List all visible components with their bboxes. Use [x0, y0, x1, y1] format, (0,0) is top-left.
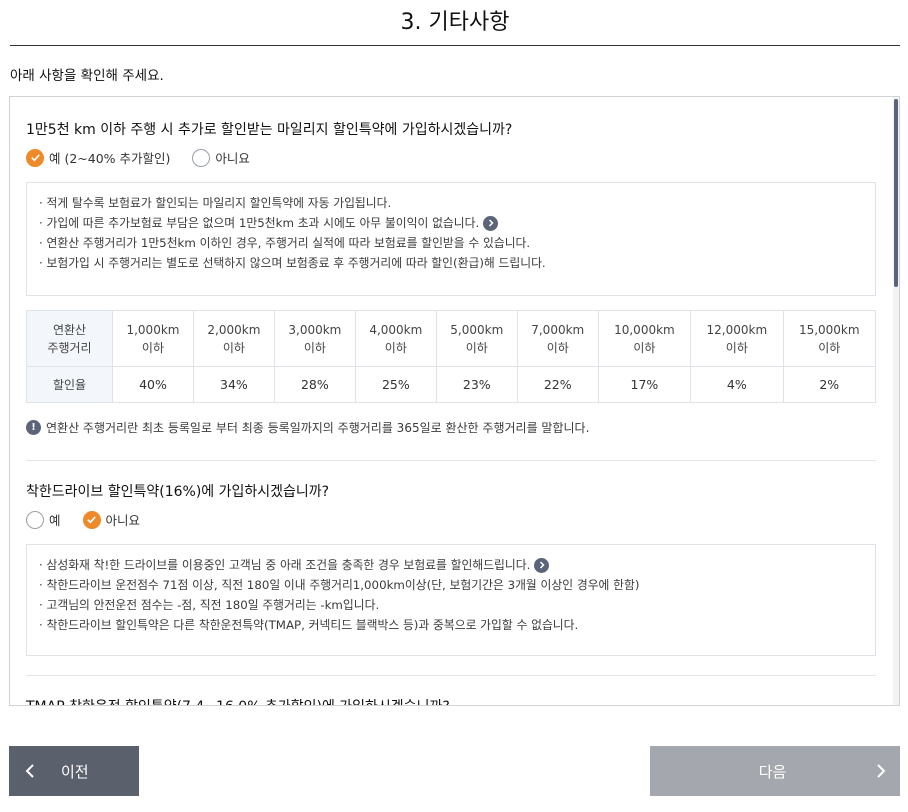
good-drive-radio-group: 예 아니요 — [26, 510, 162, 529]
distance-cell: 15,000km 이하 — [782, 310, 877, 367]
distance-suffix: 이하 — [303, 340, 326, 355]
table-row: 연환산 주행거리 1,000km 이하 2,000km 이하 3,000km 이하 4… — [26, 310, 877, 367]
rate-cell: 23% — [435, 366, 518, 403]
rate-cell: 2% — [782, 366, 877, 403]
exclamation-icon: ! — [26, 420, 41, 435]
rate-cell: 40% — [112, 366, 194, 403]
distance-cell: 3,000km 이하 — [273, 310, 356, 367]
info-line: · 삼성화재 착!한 드라이브를 이용중인 고객님 중 아래 조건을 충족한 경… — [39, 555, 863, 575]
distance-cell: 12,000km 이하 — [690, 310, 784, 367]
distance-value: 4,000km — [369, 322, 423, 337]
distance-cell: 7,000km 이하 — [516, 310, 599, 367]
chevron-right-icon — [876, 764, 886, 782]
distance-suffix: 이하 — [384, 340, 407, 355]
good-drive-question: 착한드라이브 할인특약(16%)에 가입하시겠습니까? — [26, 484, 330, 500]
next-button-label: 다음 — [758, 763, 787, 781]
mileage-no-radio[interactable]: 아니요 — [192, 148, 250, 167]
info-line-text: · 가입에 따른 추가보험료 부담은 없으며 1만5천km 초과 시에도 아무 … — [39, 216, 480, 230]
table-row-header: 연환산 주행거리 — [26, 310, 113, 367]
info-line: · 적게 탈수록 보험료가 할인되는 마일리지 할인특약에 자동 가입됩니다. — [39, 196, 392, 210]
distance-cell: 5,000km 이하 — [435, 310, 518, 367]
good-drive-no-radio[interactable]: 아니요 — [82, 510, 141, 529]
terms-scroll-area[interactable]: 1만5천 km 이하 주행 시 추가로 할인받는 마일리지 할인특약에 가입하시… — [9, 96, 900, 706]
rate-cell: 22% — [516, 366, 599, 403]
radio-empty-icon — [192, 148, 211, 167]
rate-cell: 25% — [354, 366, 437, 403]
prev-button[interactable]: 이전 — [9, 746, 139, 796]
table-row-header: 할인율 — [26, 366, 113, 403]
distance-suffix: 이하 — [222, 340, 245, 355]
info-line: · 보험가입 시 주행거리는 별도로 선택하지 않으며 보험종료 후 주행거리에… — [39, 256, 546, 270]
section-divider — [26, 675, 876, 676]
row-header-line: 주행거리 — [47, 340, 92, 355]
distance-value: 7,000km — [531, 322, 585, 337]
notice-text: 연환산 주행거리란 최초 등록일로 부터 최종 등록일까지의 주행거리를 365… — [46, 421, 590, 435]
row-header-line: 연환산 — [52, 322, 87, 337]
distance-cell: 4,000km 이하 — [354, 310, 437, 367]
scrollbar-track[interactable] — [893, 97, 899, 705]
distance-value: 5,000km — [450, 322, 504, 337]
rate-cell: 4% — [690, 366, 784, 403]
mileage-question: 1만5천 km 이하 주행 시 추가로 할인받는 마일리지 할인특약에 가입하시… — [26, 122, 513, 138]
distance-suffix: 이하 — [141, 340, 165, 355]
distance-value: 1,000km — [126, 322, 180, 337]
mileage-radio-group: 예 (2~40% 추가할인) 아니요 — [26, 148, 272, 167]
page-title: 3. 기타사항 — [10, 0, 900, 46]
distance-suffix: 이하 — [546, 340, 569, 355]
distance-value: 15,000km — [798, 322, 860, 337]
info-line: · 가입에 따른 추가보험료 부담은 없으며 1만5천km 초과 시에도 아무 … — [39, 213, 863, 233]
discount-rate-table: 연환산 주행거리 1,000km 이하 2,000km 이하 3,000km 이하 4… — [26, 310, 877, 403]
distance-value: 10,000km — [614, 322, 675, 337]
distance-suffix: 이하 — [633, 340, 656, 355]
distance-suffix: 이하 — [725, 340, 748, 355]
rate-cell: 28% — [273, 366, 356, 403]
chevron-left-icon — [25, 764, 35, 782]
good-drive-yes-radio[interactable]: 예 — [26, 510, 61, 529]
info-line: · 착한드라이브 할인특약은 다른 착한운전특약(TMAP, 커넥티드 블랙박스… — [39, 618, 579, 632]
detail-arrow-icon[interactable] — [483, 215, 499, 231]
section-divider — [26, 460, 876, 461]
next-button[interactable]: 다음 — [650, 746, 900, 796]
info-line-text: · 삼성화재 착!한 드라이브를 이용중인 고객님 중 아래 조건을 충족한 경… — [39, 558, 531, 572]
good-drive-info-box: · 삼성화재 착!한 드라이브를 이용중인 고객님 중 아래 조건을 충족한 경… — [26, 544, 876, 656]
info-line: · 고객님의 안전운전 점수는 -점, 직전 180일 주행거리는 -km입니다… — [39, 598, 380, 612]
table-row: 할인율 40% 34% 28% 25% 23% 22% 17% 4% 2% — [26, 366, 877, 403]
check-icon — [26, 148, 44, 167]
scrollbar-thumb[interactable] — [894, 99, 898, 287]
distance-cell: 10,000km 이하 — [597, 310, 692, 367]
info-line: · 착한드라이브 운전점수 71점 이상, 직전 180일 이내 주행거리1,0… — [39, 578, 640, 592]
mileage-yes-label: 예 (2~40% 추가할인) — [49, 151, 171, 166]
distance-cell: 2,000km 이하 — [192, 310, 275, 367]
distance-value: 3,000km — [288, 322, 342, 337]
info-line: · 연환산 주행거리가 1만5천km 이하인 경우, 주행거리 실적에 따라 보… — [39, 236, 531, 250]
detail-arrow-icon[interactable] — [534, 557, 550, 573]
tmap-question: TMAP 착한운전 할인특약(7.4~16.0% 추가할인)에 가입하시겠습니까… — [26, 696, 450, 705]
mileage-yes-radio[interactable]: 예 (2~40% 추가할인) — [26, 148, 170, 167]
rate-cell: 34% — [192, 366, 275, 403]
distance-cell: 1,000km 이하 — [112, 310, 194, 367]
distance-value: 12,000km — [706, 322, 768, 337]
good-drive-yes-label: 예 — [49, 513, 61, 528]
check-icon — [82, 510, 101, 529]
mileage-notice: ! 연환산 주행거리란 최초 등록일로 부터 최종 등록일까지의 주행거리를 3… — [26, 419, 589, 436]
rate-cell: 17% — [597, 366, 692, 403]
instruction-text: 아래 사항을 확인해 주세요. — [10, 68, 164, 84]
distance-value: 2,000km — [207, 322, 261, 337]
mileage-info-box: · 적게 탈수록 보험료가 할인되는 마일리지 할인특약에 자동 가입됩니다. … — [26, 182, 876, 296]
distance-suffix: 이하 — [465, 340, 488, 355]
good-drive-no-label: 아니요 — [105, 513, 141, 528]
prev-button-label: 이전 — [61, 763, 89, 781]
distance-suffix: 이하 — [818, 340, 841, 355]
radio-empty-icon — [26, 510, 44, 529]
mileage-no-label: 아니요 — [215, 151, 250, 166]
